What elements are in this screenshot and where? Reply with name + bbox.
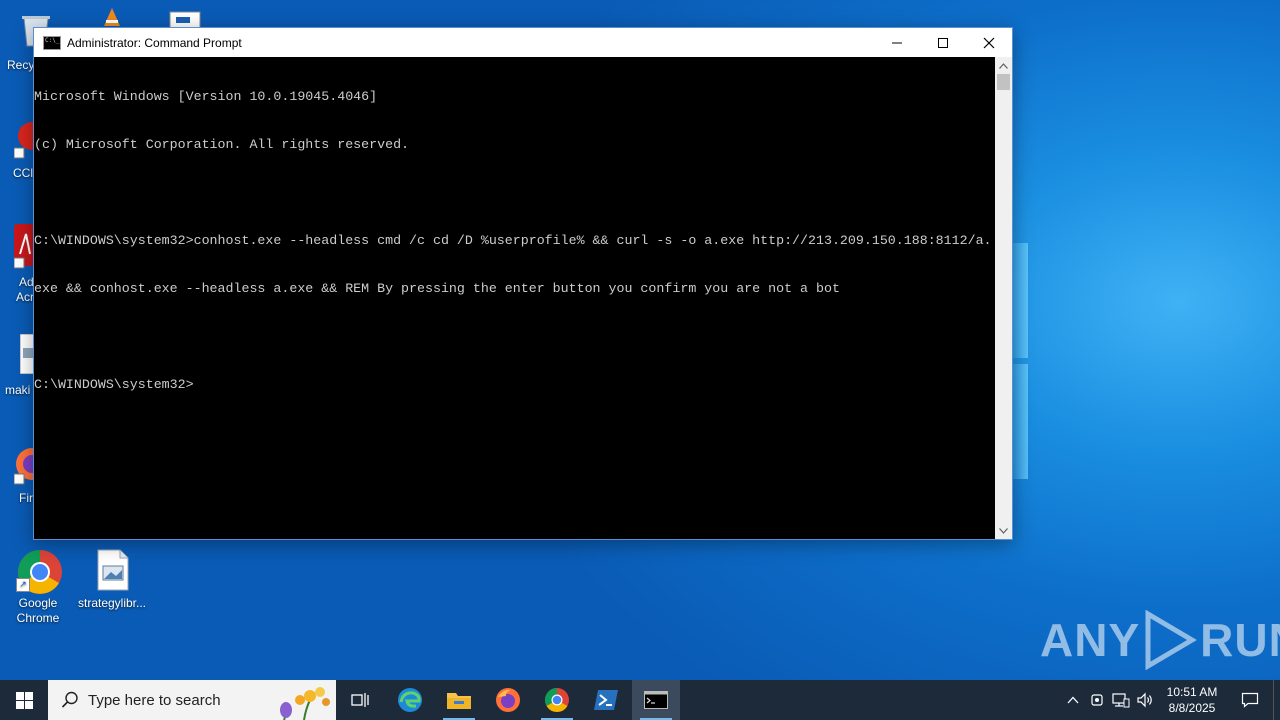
chrome-icon: ↗ xyxy=(16,548,62,594)
chevron-up-icon xyxy=(999,62,1008,69)
windows-logo-icon xyxy=(15,691,33,709)
window-titlebar[interactable]: Administrator: Command Prompt xyxy=(34,28,1012,57)
taskbar: Type here to search 10:51 AM 8/8/2025 xyxy=(0,680,1280,720)
desktop-icon-google-chrome[interactable]: ↗ Google Chrome xyxy=(0,548,76,626)
edge-icon xyxy=(398,688,422,712)
scroll-thumb[interactable] xyxy=(997,74,1010,90)
taskbar-clock[interactable]: 10:51 AM 8/8/2025 xyxy=(1157,684,1227,716)
vertical-scrollbar[interactable] xyxy=(995,57,1012,539)
shortcut-arrow-icon: ↗ xyxy=(16,578,30,592)
wallpaper-logo-pane-top xyxy=(1011,243,1028,358)
acrobat-label-line1: Ad xyxy=(19,275,34,289)
desktop-icon-label-line1: Google xyxy=(18,596,58,610)
vlc-icon[interactable] xyxy=(100,6,124,28)
taskbar-search-box[interactable]: Type here to search xyxy=(48,680,336,720)
network-button[interactable] xyxy=(1109,680,1133,720)
powershell-icon xyxy=(594,690,618,710)
console-prompt-line: C:\WINDOWS\system32> xyxy=(34,377,194,392)
search-placeholder: Type here to search xyxy=(88,691,221,709)
desktop-icon-label: strategylibr... xyxy=(77,596,147,610)
firefox-desktop-label: Fir xyxy=(19,491,33,505)
anyrun-watermark: ANY RUN xyxy=(1040,610,1280,670)
show-hidden-icons-button[interactable] xyxy=(1061,680,1085,720)
ccleaner-label: CCl xyxy=(13,166,33,180)
scroll-down-button[interactable] xyxy=(995,522,1012,539)
minimize-icon xyxy=(892,42,902,43)
console-line: (c) Microsoft Corporation. All rights re… xyxy=(34,137,410,152)
chrome-icon xyxy=(544,688,569,713)
search-icon xyxy=(61,691,78,708)
acrobat-label-line2: Acr xyxy=(16,290,34,304)
firefox-desktop-icon[interactable] xyxy=(13,446,48,486)
clock-date: 8/8/2025 xyxy=(1168,701,1216,715)
image-file-label: maki xyxy=(5,383,31,397)
console-line: exe && conhost.exe --headless a.exe && R… xyxy=(34,281,840,296)
clock-time: 10:51 AM xyxy=(1166,685,1218,699)
folder-icon xyxy=(447,693,471,709)
start-button[interactable] xyxy=(0,680,48,720)
document-icon[interactable] xyxy=(166,8,206,29)
tray-device-button[interactable] xyxy=(1085,680,1109,720)
taskbar-chrome[interactable] xyxy=(533,680,581,720)
taskbar-edge[interactable] xyxy=(386,680,434,720)
taskbar-powershell[interactable] xyxy=(582,680,630,720)
watermark-text-left: ANY xyxy=(1040,614,1141,666)
taskbar-file-explorer[interactable] xyxy=(435,680,483,720)
taskbar-firefox[interactable] xyxy=(484,680,532,720)
network-icon xyxy=(1112,693,1130,708)
maximize-button[interactable] xyxy=(920,28,966,57)
chevron-down-icon xyxy=(999,527,1008,534)
acrobat-icon[interactable] xyxy=(13,224,34,270)
device-icon xyxy=(1091,694,1103,706)
desktop-icon-strategylibr[interactable]: strategylibr... xyxy=(74,548,150,611)
window-title: Administrator: Command Prompt xyxy=(67,35,242,50)
watermark-text-right: RUN xyxy=(1200,614,1280,666)
taskbar-command-prompt[interactable] xyxy=(632,680,680,720)
taskbar-task-view[interactable] xyxy=(336,680,384,720)
minimize-button[interactable] xyxy=(874,28,920,57)
console-line: C:\WINDOWS\system32>conhost.exe --headle… xyxy=(34,233,992,248)
show-desktop-button[interactable] xyxy=(1273,680,1280,720)
search-highlight-flowers-icon xyxy=(280,687,330,720)
volume-button[interactable] xyxy=(1133,680,1157,720)
close-button[interactable] xyxy=(966,28,1012,57)
task-view-icon xyxy=(351,693,369,707)
ccleaner-icon[interactable] xyxy=(13,120,46,160)
console-output[interactable]: Microsoft Windows [Version 10.0.19045.40… xyxy=(34,57,995,539)
wallpaper-logo-pane-bottom xyxy=(1011,364,1028,479)
maximize-icon xyxy=(938,37,948,48)
cmd-app-icon xyxy=(43,35,61,50)
volume-icon xyxy=(1137,692,1152,708)
desktop-icon-label-line2: Chrome xyxy=(16,611,60,625)
image-document-icon xyxy=(90,548,134,592)
command-prompt-icon xyxy=(644,691,668,709)
notification-icon xyxy=(1241,692,1259,708)
close-icon xyxy=(983,37,995,48)
console-line: Microsoft Windows [Version 10.0.19045.40… xyxy=(34,89,378,104)
play-logo-icon xyxy=(1145,610,1198,670)
image-file-icon[interactable] xyxy=(19,333,35,375)
chevron-up-icon xyxy=(1067,696,1079,704)
system-tray: 10:51 AM 8/8/2025 xyxy=(1061,680,1280,720)
scroll-up-button[interactable] xyxy=(995,57,1012,74)
notification-center-button[interactable] xyxy=(1227,680,1273,720)
command-prompt-window[interactable]: Administrator: Command Prompt Microsoft … xyxy=(33,27,1013,540)
recycle-bin-label: Recy xyxy=(7,58,35,72)
firefox-icon xyxy=(496,688,520,712)
